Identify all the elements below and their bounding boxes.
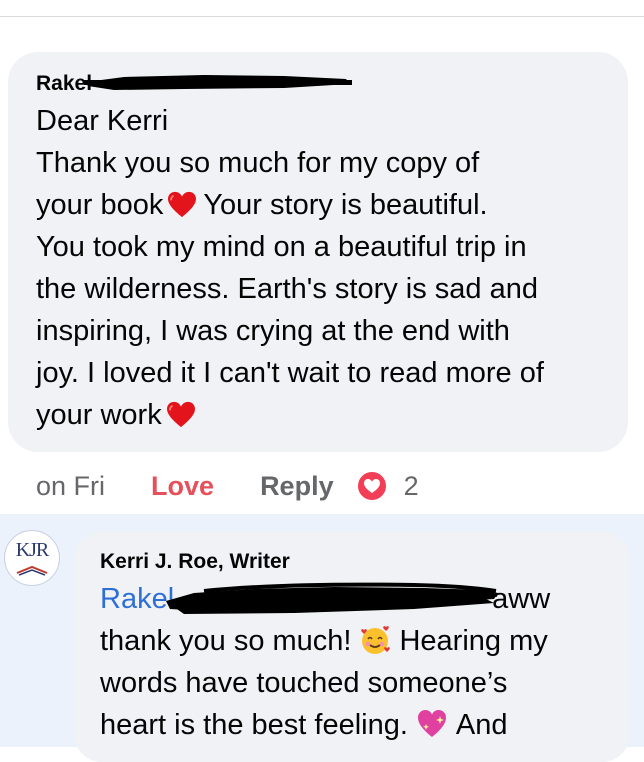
top-divider bbox=[0, 16, 644, 17]
comment-line: Dear Kerri bbox=[36, 105, 169, 137]
reaction-count[interactable]: 2 bbox=[404, 471, 419, 502]
sparkling-heart-icon bbox=[417, 710, 446, 737]
comment-line: your book Your story is beautiful. bbox=[36, 184, 606, 226]
reply-line-part: heart is the best feeling. bbox=[100, 709, 408, 741]
redaction-scribble bbox=[84, 75, 352, 90]
timestamp[interactable]: on Fri bbox=[36, 471, 105, 502]
love-button[interactable]: Love bbox=[151, 471, 214, 502]
reply-line: heart is the best feeling. And bbox=[100, 704, 630, 746]
red-heart-icon bbox=[168, 191, 197, 218]
reply-line-part: thank you so much! bbox=[100, 625, 352, 657]
comment-line-part: your book bbox=[36, 189, 164, 221]
reply-line-part: Hearing my bbox=[399, 625, 548, 657]
comment-line-part: Your story is beautiful. bbox=[203, 189, 488, 221]
comment-text: Dear Kerri Thank you so much for my copy… bbox=[36, 100, 606, 436]
reply-author[interactable]: Kerri J. Roe, Writer bbox=[100, 550, 290, 574]
comment-line: your work bbox=[36, 394, 606, 436]
reply-button[interactable]: Reply bbox=[260, 471, 334, 502]
comment-line: the wilderness. Earth's story is sad and bbox=[36, 273, 538, 305]
love-reaction-icon[interactable] bbox=[355, 470, 388, 502]
smiling-face-with-hearts-icon bbox=[361, 626, 391, 654]
comment-line: Thank you so much for my copy of bbox=[36, 147, 480, 179]
comment-line: You took my mind on a beautiful trip in bbox=[36, 231, 527, 263]
comment-line: joy. I loved it I can't wait to read mor… bbox=[36, 357, 544, 389]
comment-actions: on Fri Love Reply 2 bbox=[36, 468, 419, 504]
reply-line-part: And bbox=[455, 709, 508, 741]
reply-line-part: aww bbox=[492, 583, 551, 615]
reply-line: words have touched someone’s bbox=[100, 667, 508, 699]
redaction-scribble bbox=[166, 582, 498, 614]
logo-book-icon bbox=[16, 565, 48, 576]
reply-line: thank you so much! Hearing my bbox=[100, 620, 630, 662]
red-heart-icon bbox=[166, 401, 195, 428]
comment-line: inspiring, I was crying at the end with bbox=[36, 315, 510, 347]
avatar[interactable]: KJR bbox=[4, 530, 60, 586]
avatar-initials: KJR bbox=[15, 539, 50, 561]
comment-line-part: your work bbox=[36, 399, 162, 431]
